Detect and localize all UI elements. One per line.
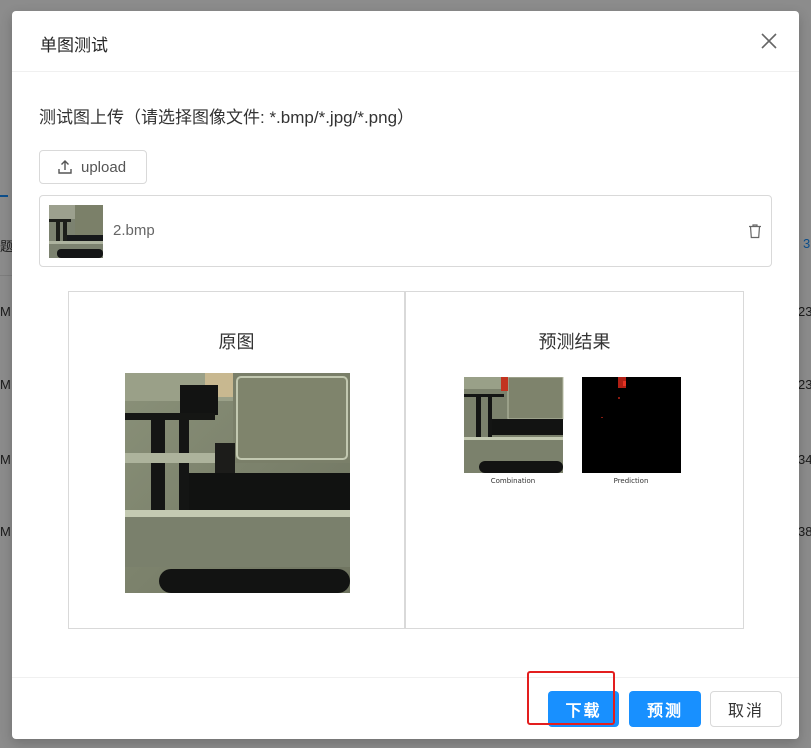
prediction-result-image: Combination Prediction bbox=[464, 376, 684, 487]
predict-button[interactable]: 预测 bbox=[629, 691, 701, 727]
prediction-mask-image bbox=[582, 377, 681, 473]
upload-icon bbox=[58, 160, 72, 174]
file-name[interactable]: 2.bmp bbox=[113, 222, 155, 239]
dialog-header: 单图测试 bbox=[12, 11, 799, 72]
original-title: 原图 bbox=[218, 332, 255, 352]
prediction-panel: 预测结果 Combination Prediction bbox=[406, 292, 743, 628]
combination-caption: Combination bbox=[491, 477, 536, 485]
download-button[interactable]: 下载 bbox=[548, 691, 619, 727]
prediction-caption: Prediction bbox=[614, 477, 649, 485]
single-image-test-dialog: 单图测试 测试图上传（请选择图像文件: *.bmp/*.jpg/*.png） u… bbox=[12, 11, 799, 739]
comparison-panel: 原图 预测结果 Combination Prediction bbox=[68, 291, 744, 629]
prediction-title: 预测结果 bbox=[538, 332, 611, 352]
upload-button[interactable]: upload bbox=[39, 150, 147, 184]
upload-label: 测试图上传（请选择图像文件: *.bmp/*.jpg/*.png） bbox=[39, 108, 415, 127]
combination-image bbox=[464, 376, 564, 473]
upload-button-label: upload bbox=[81, 158, 127, 176]
dialog-footer: 下载 预测 取消 bbox=[12, 677, 799, 739]
delete-icon[interactable] bbox=[747, 223, 763, 239]
dialog-title: 单图测试 bbox=[40, 36, 108, 55]
original-image bbox=[125, 373, 350, 593]
original-panel: 原图 bbox=[69, 292, 406, 628]
uploaded-file-item: 2.bmp bbox=[39, 195, 772, 267]
cancel-button[interactable]: 取消 bbox=[710, 691, 782, 727]
file-thumbnail[interactable] bbox=[49, 205, 103, 258]
close-icon[interactable] bbox=[757, 29, 781, 53]
